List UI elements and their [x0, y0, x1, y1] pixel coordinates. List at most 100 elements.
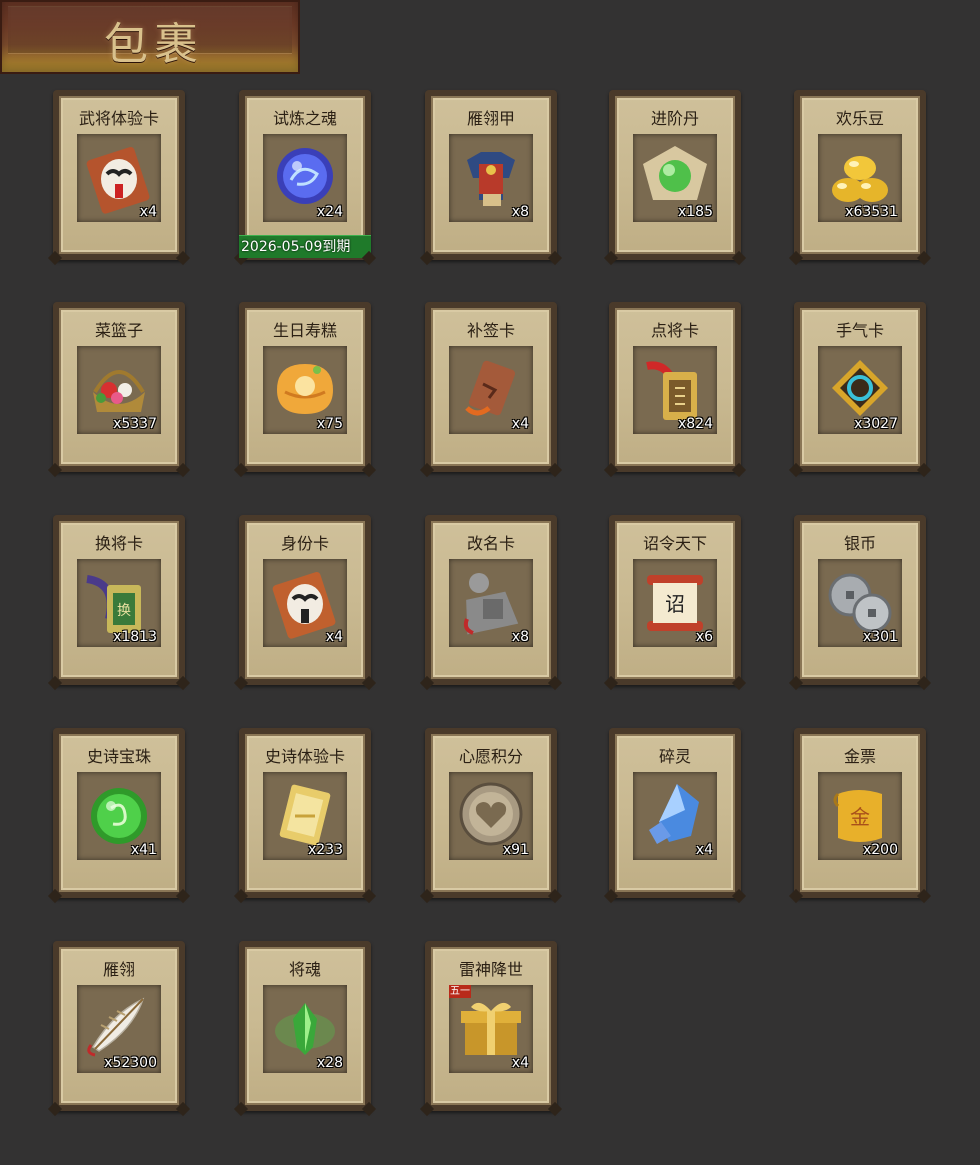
- event-badge: 五一: [449, 985, 471, 998]
- item-name: 改名卡: [466, 534, 515, 553]
- item-quantity: x1813: [113, 629, 157, 645]
- item-icon-frame: x4: [263, 559, 347, 647]
- inventory-item-card[interactable]: 欢乐豆 x63531: [794, 90, 926, 260]
- inventory-item-card[interactable]: 雁翎 x52300: [53, 941, 185, 1111]
- item-name: 诏令天下: [642, 534, 707, 553]
- item-quantity: x6: [695, 629, 713, 645]
- svg-text:金: 金: [850, 805, 870, 829]
- inventory-item-card[interactable]: 碎灵 x4: [609, 728, 741, 898]
- item-quantity: x301: [862, 629, 898, 645]
- item-icon-frame: 诏 x6: [633, 559, 717, 647]
- inventory-item-card[interactable]: 将魂 x28: [239, 941, 371, 1111]
- inventory-item-card[interactable]: 改名卡 x8: [425, 515, 557, 685]
- item-icon-frame: x4: [449, 346, 533, 434]
- item-quantity: x4: [139, 204, 157, 220]
- item-icon-frame: x4: [77, 134, 161, 222]
- inventory-item-card[interactable]: 金票金 x200: [794, 728, 926, 898]
- item-icon-frame: x185: [633, 134, 717, 222]
- item-name: 身份卡: [280, 534, 329, 553]
- inventory-item-card[interactable]: 身份卡 x4: [239, 515, 371, 685]
- item-name: 菜篮子: [94, 321, 143, 340]
- item-icon-frame: x824: [633, 346, 717, 434]
- item-name: 史诗宝珠: [86, 747, 151, 766]
- item-quantity: x4: [511, 1055, 529, 1071]
- item-name: 雁翎甲: [466, 109, 515, 128]
- item-quantity: x24: [316, 204, 343, 220]
- item-icon-frame: 换 x1813: [77, 559, 161, 647]
- inventory-item-card[interactable]: 史诗体验卡 x233: [239, 728, 371, 898]
- bag-title-banner: 包裹: [0, 0, 300, 74]
- item-name: 补签卡: [466, 321, 515, 340]
- item-name: 将魂: [288, 960, 321, 979]
- item-name: 金票: [843, 747, 876, 766]
- item-quantity: x4: [695, 842, 713, 858]
- item-name: 进阶丹: [650, 109, 699, 128]
- item-quantity: x8: [511, 629, 529, 645]
- item-name: 换将卡: [94, 534, 143, 553]
- inventory-item-card[interactable]: 雷神降世五一 x4: [425, 941, 557, 1111]
- item-icon-frame: x8: [449, 559, 533, 647]
- item-name: 史诗体验卡: [264, 747, 345, 766]
- item-quantity: x8: [511, 204, 529, 220]
- item-quantity: x41: [130, 842, 157, 858]
- item-quantity: x28: [316, 1055, 343, 1071]
- expiry-text: 2026-05-09到期: [241, 239, 351, 255]
- item-quantity: x52300: [104, 1055, 157, 1071]
- inventory-item-card[interactable]: 生日寿糕 x75: [239, 302, 371, 472]
- item-name: 武将体验卡: [78, 109, 159, 128]
- inventory-grid: 武将体验卡 x4 试炼之魂 x24 2026-05-09到期 雁翎甲 x8 进阶丹 x185 欢乐…: [53, 90, 933, 1120]
- inventory-item-card[interactable]: 手气卡 x3027: [794, 302, 926, 472]
- expiry-banner: 2026-05-09到期: [239, 235, 371, 258]
- item-quantity: x5337: [113, 416, 157, 432]
- inventory-item-card[interactable]: 雁翎甲 x8: [425, 90, 557, 260]
- item-icon-frame: x75: [263, 346, 347, 434]
- inventory-item-card[interactable]: 史诗宝珠 x41: [53, 728, 185, 898]
- item-quantity: x4: [511, 416, 529, 432]
- item-quantity: x63531: [845, 204, 898, 220]
- item-quantity: x91: [502, 842, 529, 858]
- item-icon-frame: x28: [263, 985, 347, 1073]
- item-icon-frame: x63531: [818, 134, 902, 222]
- bag-title: 包裹: [104, 19, 204, 70]
- inventory-item-card[interactable]: 试炼之魂 x24 2026-05-09到期: [239, 90, 371, 260]
- item-icon-frame: x4: [633, 772, 717, 860]
- item-name: 碎灵: [658, 747, 691, 766]
- item-quantity: x75: [316, 416, 343, 432]
- inventory-item-card[interactable]: 银币 x301: [794, 515, 926, 685]
- inventory-item-card[interactable]: 诏令天下诏 x6: [609, 515, 741, 685]
- item-name: 手气卡: [835, 321, 884, 340]
- inventory-item-card[interactable]: 心愿积分 x91: [425, 728, 557, 898]
- svg-text:诏: 诏: [665, 592, 685, 616]
- item-name: 生日寿糕: [272, 321, 337, 340]
- inventory-item-card[interactable]: 武将体验卡 x4: [53, 90, 185, 260]
- svg-text:换: 换: [117, 602, 131, 619]
- item-icon-frame: x91: [449, 772, 533, 860]
- item-icon-frame: x3027: [818, 346, 902, 434]
- item-icon-frame: x52300: [77, 985, 161, 1073]
- item-name: 试炼之魂: [272, 109, 337, 128]
- item-icon-frame: 五一 x4: [449, 985, 533, 1073]
- inventory-item-card[interactable]: 点将卡 x824: [609, 302, 741, 472]
- item-quantity: x3027: [854, 416, 898, 432]
- item-icon-frame: x301: [818, 559, 902, 647]
- item-name: 雁翎: [102, 960, 135, 979]
- item-quantity: x824: [677, 416, 713, 432]
- inventory-item-card[interactable]: 换将卡换 x1813: [53, 515, 185, 685]
- item-icon-frame: x5337: [77, 346, 161, 434]
- inventory-item-card[interactable]: 补签卡 x4: [425, 302, 557, 472]
- item-quantity: x233: [307, 842, 343, 858]
- inventory-item-card[interactable]: 进阶丹 x185: [609, 90, 741, 260]
- inventory-item-card[interactable]: 菜篮子 x5337: [53, 302, 185, 472]
- item-name: 雷神降世: [458, 960, 523, 979]
- item-quantity: x185: [677, 204, 713, 220]
- item-name: 银币: [843, 534, 876, 553]
- item-icon-frame: x233: [263, 772, 347, 860]
- item-icon-frame: x24: [263, 134, 347, 222]
- item-icon-frame: 金 x200: [818, 772, 902, 860]
- item-icon-frame: x41: [77, 772, 161, 860]
- item-quantity: x200: [862, 842, 898, 858]
- item-quantity: x4: [325, 629, 343, 645]
- item-name: 欢乐豆: [835, 109, 884, 128]
- item-icon-frame: x8: [449, 134, 533, 222]
- item-name: 心愿积分: [458, 747, 523, 766]
